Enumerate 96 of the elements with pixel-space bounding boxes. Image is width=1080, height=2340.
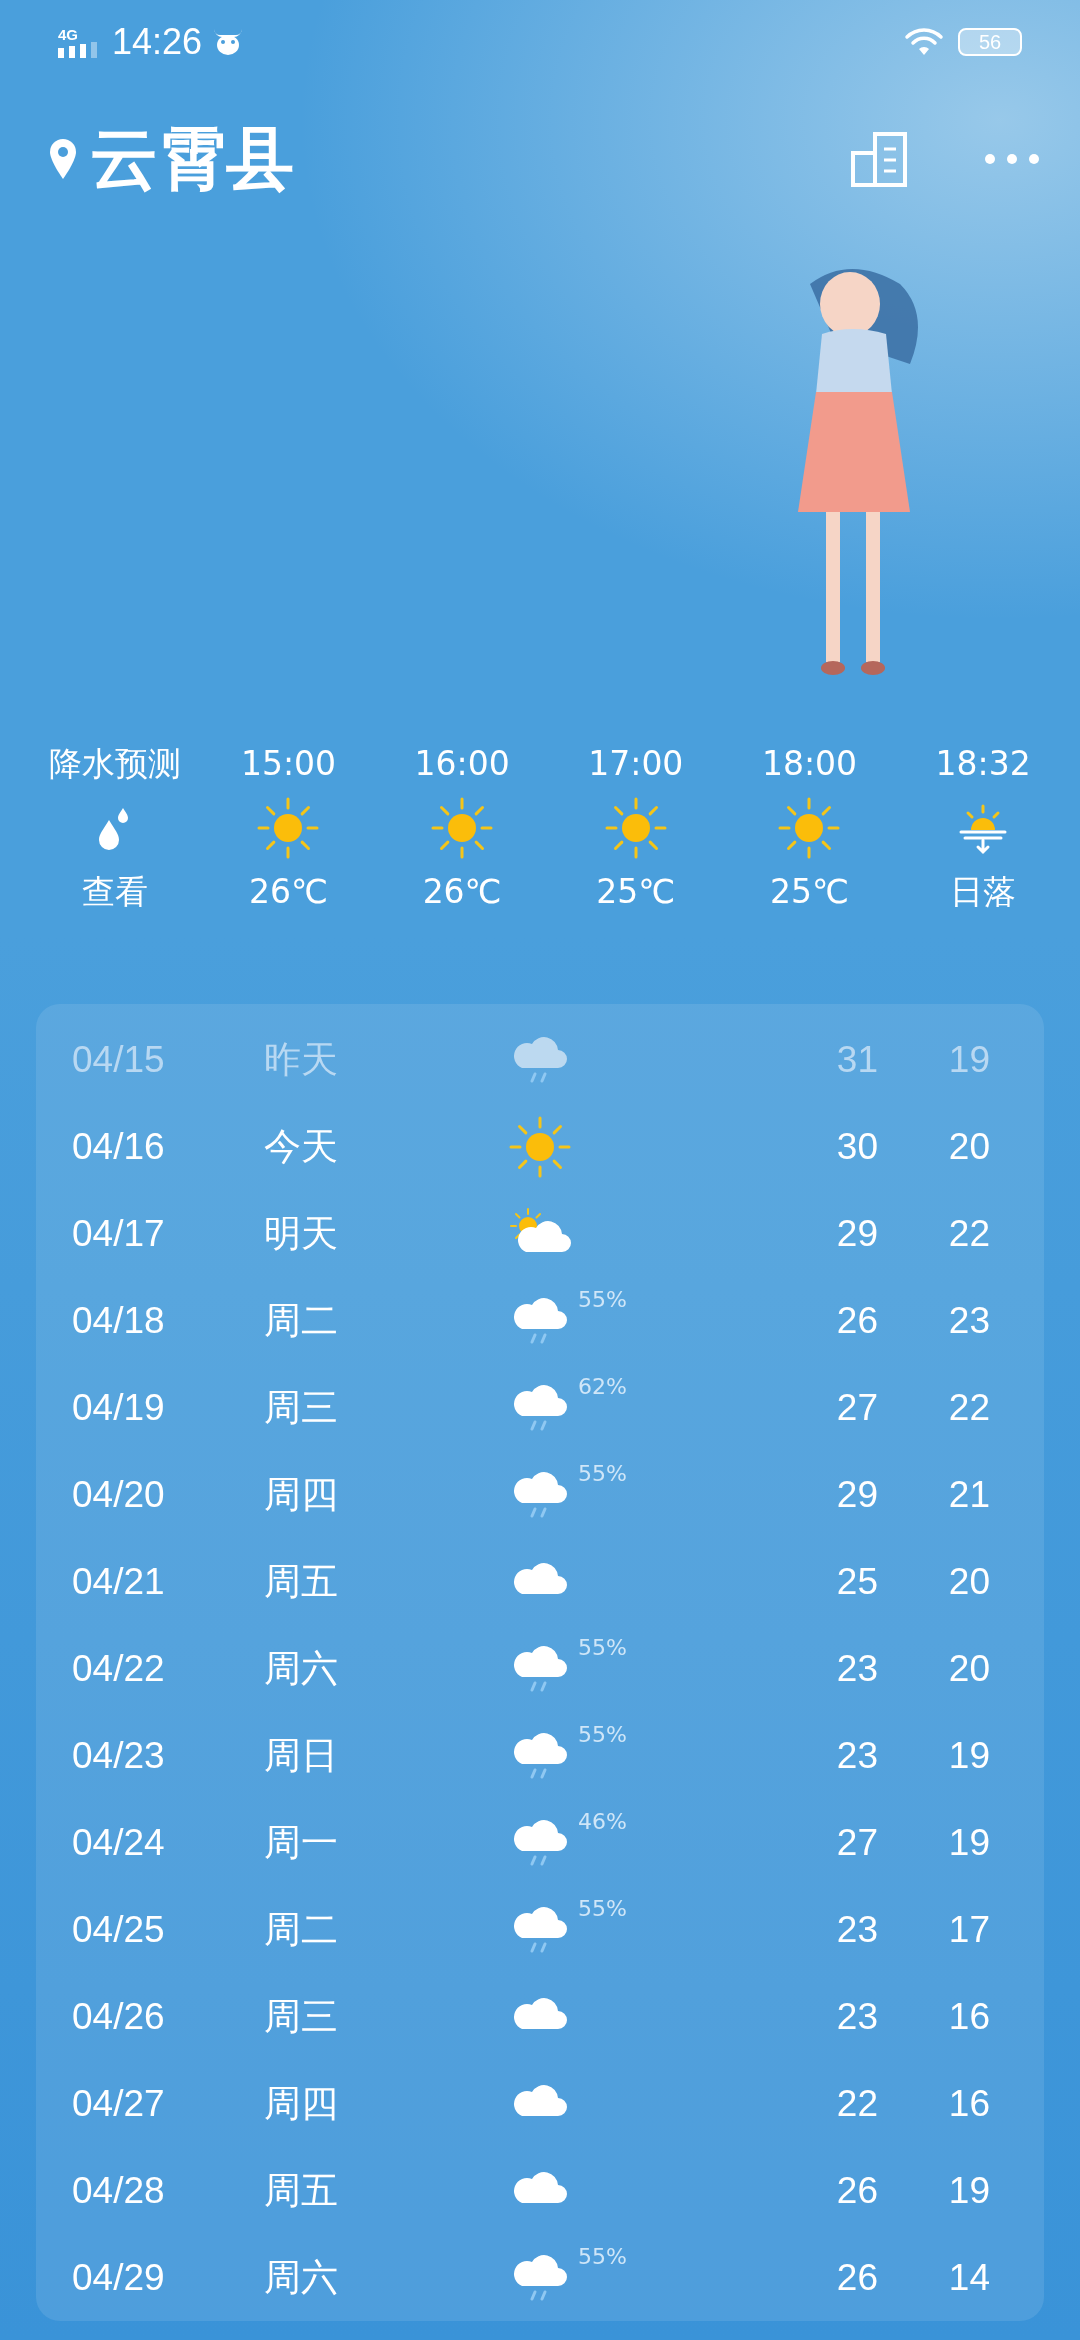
hour-value: 25℃ — [769, 872, 849, 912]
sun-icon — [603, 796, 668, 860]
high-temperature: 27 — [835, 1821, 878, 1864]
forecast-date: 04/20 — [71, 1473, 166, 1516]
low-temperature: 19 — [947, 1038, 990, 1081]
high-temperature: 23 — [835, 1734, 878, 1777]
sun-icon — [777, 796, 842, 860]
forecast-date: 04/19 — [71, 1386, 166, 1429]
hour-label: 18:32 — [935, 744, 1031, 784]
weekday-label: 今天 — [264, 1123, 339, 1170]
high-temperature: 23 — [835, 1908, 878, 1951]
rain-chance: 62% — [578, 1374, 627, 1399]
weekday-label: 昨天 — [264, 1036, 339, 1083]
high-temperature: 25 — [835, 1560, 878, 1603]
low-temperature: 19 — [947, 1734, 990, 1777]
high-temperature: 31 — [835, 1038, 878, 1081]
low-temperature: 14 — [947, 2256, 990, 2299]
low-temperature: 20 — [947, 1647, 990, 1690]
high-temperature: 29 — [835, 1212, 878, 1255]
rain-chance: 55% — [578, 1896, 627, 1921]
battery-level: 56 — [958, 28, 1022, 56]
hour-label: 15:00 — [240, 744, 337, 784]
weekday-label: 周六 — [264, 2254, 339, 2301]
hour-label: 17:00 — [588, 744, 684, 784]
high-temperature: 23 — [835, 1995, 878, 2038]
forecast-date: 04/22 — [71, 1647, 166, 1690]
hour-value: 26℃ — [422, 872, 502, 912]
forecast-date: 04/18 — [71, 1299, 166, 1342]
rain-chance: 55% — [578, 1635, 627, 1660]
forecast-date: 04/21 — [71, 1560, 166, 1603]
location-pin-icon — [50, 139, 76, 179]
rain-chance: 55% — [578, 1461, 627, 1486]
forecast-date: 04/28 — [71, 2169, 166, 2212]
weekday-label: 明天 — [264, 1210, 339, 1257]
weekday-label: 周四 — [264, 1471, 339, 1518]
clock-time: 14:26 — [112, 21, 203, 63]
rain-chance: 55% — [578, 1722, 627, 1747]
rain-chance: 46% — [578, 1809, 627, 1834]
weekday-label: 周三 — [264, 1993, 339, 2040]
low-temperature: 21 — [947, 1473, 990, 1516]
high-temperature: 26 — [835, 2256, 878, 2299]
hour-value: 日落 — [950, 872, 1017, 912]
high-temperature: 22 — [835, 2082, 878, 2125]
forecast-date: 04/26 — [71, 1995, 166, 2038]
city-manage-button[interactable] — [850, 131, 910, 187]
forecast-date: 04/16 — [71, 1125, 166, 1168]
bull-icon — [212, 27, 245, 57]
low-temperature: 20 — [947, 1125, 990, 1168]
network-type: 4G — [58, 26, 78, 42]
low-temperature: 19 — [947, 2169, 990, 2212]
weekday-label: 周日 — [264, 1732, 339, 1779]
high-temperature: 23 — [835, 1647, 878, 1690]
weekday-label: 周五 — [264, 1558, 339, 1605]
weekday-label: 周六 — [264, 1645, 339, 1692]
weekday-label: 周二 — [264, 1906, 339, 1953]
forecast-date: 04/17 — [71, 1212, 166, 1255]
forecast-date: 04/24 — [71, 1821, 166, 1864]
high-temperature: 26 — [835, 1299, 878, 1342]
hour-label: 18:00 — [761, 744, 858, 784]
low-temperature: 20 — [947, 1560, 990, 1603]
low-temperature: 16 — [947, 2082, 990, 2125]
forecast-date: 04/27 — [71, 2082, 166, 2125]
more-button[interactable] — [984, 152, 1040, 166]
weekday-label: 周二 — [264, 1297, 339, 1344]
rain-chance: 55% — [578, 1287, 627, 1312]
weekday-label: 周三 — [264, 1384, 339, 1431]
low-temperature: 17 — [947, 1908, 990, 1951]
low-temperature: 22 — [947, 1386, 990, 1429]
low-temperature: 16 — [947, 1995, 990, 2038]
rain-chance: 55% — [578, 2244, 627, 2269]
high-temperature: 29 — [835, 1473, 878, 1516]
sun-icon — [256, 796, 321, 860]
forecast-date: 04/29 — [71, 2256, 166, 2299]
weekday-label: 周一 — [264, 1819, 339, 1866]
weekday-label: 周五 — [264, 2167, 339, 2214]
low-temperature: 22 — [947, 1212, 990, 1255]
weekday-label: 周四 — [264, 2080, 339, 2127]
forecast-date: 04/25 — [71, 1908, 166, 1951]
view-link[interactable]: 查看 — [81, 872, 148, 912]
wifi-icon — [904, 27, 944, 57]
more-icon — [984, 152, 1040, 166]
sun-icon — [508, 1114, 572, 1179]
low-temperature: 23 — [947, 1299, 990, 1342]
high-temperature: 30 — [835, 1125, 878, 1168]
high-temperature: 26 — [835, 2169, 878, 2212]
city-name: 云霄县 — [90, 125, 294, 193]
sun-icon — [430, 796, 495, 860]
hour-value: 25℃ — [596, 872, 676, 912]
forecast-date: 04/15 — [71, 1038, 166, 1081]
low-temperature: 19 — [947, 1821, 990, 1864]
buildings-icon — [850, 131, 910, 187]
forecast-date: 04/23 — [71, 1734, 166, 1777]
high-temperature: 27 — [835, 1386, 878, 1429]
hour-value: 26℃ — [248, 872, 328, 912]
precipitation-label: 降水预测 — [48, 744, 181, 784]
hour-label: 16:00 — [414, 744, 510, 784]
